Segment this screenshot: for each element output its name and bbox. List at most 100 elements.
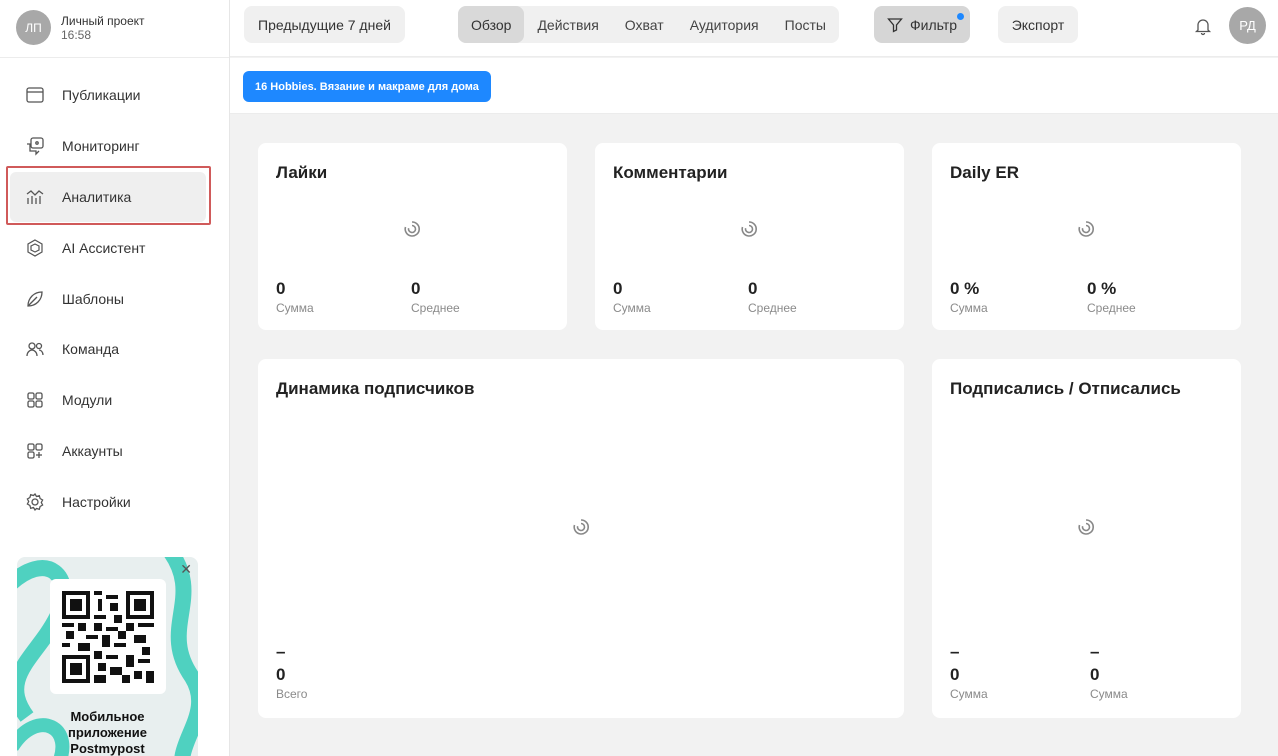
- project-avatar: ЛП: [16, 10, 51, 45]
- chat-monitor-icon: [24, 135, 46, 157]
- period-selector-button[interactable]: Предыдущие 7 дней: [244, 6, 405, 43]
- sidebar-item-label: Аккаунты: [62, 442, 123, 459]
- qr-code-icon: [62, 590, 154, 683]
- card-title: Daily ER: [950, 163, 1019, 182]
- likes-average: 0 Среднее: [411, 279, 460, 315]
- loading-spinner-icon: [1078, 221, 1094, 237]
- followers-dynamics-card: Динамика подписчиков – 0 Всего: [258, 359, 904, 718]
- stat-dash: –: [1090, 642, 1100, 661]
- stat-value: 0 %: [1087, 279, 1117, 298]
- loading-spinner-icon: [573, 519, 589, 535]
- likes-card: Лайки 0 Сумма 0 Среднее: [258, 143, 567, 330]
- unsubscribed-sum: – 0 Сумма: [1090, 642, 1128, 701]
- sidebar-item-label: AI Ассистент: [62, 239, 146, 256]
- user-avatar[interactable]: РД: [1229, 7, 1266, 44]
- ai-icon: [24, 237, 46, 259]
- template-icon: [24, 288, 46, 310]
- promo-title-line: Мобильное: [70, 709, 145, 724]
- stat-value: 0: [276, 279, 286, 298]
- promo-title-line: приложение: [68, 725, 147, 740]
- stat-dash: –: [950, 642, 960, 661]
- daily-er-card: Daily ER 0 % Сумма 0 % Среднее: [932, 143, 1241, 330]
- comments-card: Комментарии 0 Сумма 0 Среднее: [595, 143, 904, 330]
- tab-posts[interactable]: Посты: [772, 6, 839, 43]
- stat-value: 0: [1090, 665, 1100, 684]
- sidebar-item-publications[interactable]: Публикации: [10, 70, 206, 121]
- sidebar-item-label: Настройки: [62, 493, 131, 510]
- comments-average: 0 Среднее: [748, 279, 797, 315]
- sidebar-item-analytics[interactable]: Аналитика: [10, 171, 206, 223]
- stat-label: Всего: [276, 687, 308, 701]
- promo-close-icon[interactable]: ✕: [180, 561, 192, 578]
- loading-spinner-icon: [404, 221, 420, 237]
- sidebar-item-modules[interactable]: Модули: [10, 375, 206, 426]
- account-chip[interactable]: 16 Hobbies. Вязание и макраме для дома: [243, 71, 491, 102]
- sidebar-divider: [0, 57, 229, 58]
- sidebar-item-label: Команда: [62, 341, 120, 358]
- card-title: Комментарии: [613, 163, 728, 182]
- tab-reach[interactable]: Охват: [612, 6, 677, 43]
- bell-icon[interactable]: [1193, 16, 1213, 36]
- sidebar-item-monitoring[interactable]: Мониторинг: [10, 121, 206, 172]
- daily-er-sum: 0 % Сумма: [950, 279, 988, 315]
- daily-er-average: 0 % Среднее: [1087, 279, 1136, 315]
- sidebar: ЛП Личный проект 16:58 Публикации Монито…: [0, 0, 230, 756]
- project-name: Личный проект: [61, 13, 145, 28]
- project-switcher[interactable]: ЛП Личный проект 16:58: [16, 10, 145, 45]
- comments-sum: 0 Сумма: [613, 279, 651, 315]
- loading-spinner-icon: [1078, 519, 1094, 535]
- stat-value: 0 %: [950, 279, 980, 298]
- analytics-tabs: Обзор Действия Охват Аудитория Посты: [458, 6, 839, 43]
- stat-label: Сумма: [1090, 687, 1128, 701]
- tab-audience[interactable]: Аудитория: [677, 6, 772, 43]
- card-title: Подписались / Отписались: [950, 379, 1181, 398]
- sidebar-item-templates[interactable]: Шаблоны: [10, 273, 206, 324]
- analytics-icon: [24, 186, 46, 208]
- likes-sum: 0 Сумма: [276, 279, 314, 315]
- stat-value: 0: [748, 279, 758, 298]
- stat-value: 0: [276, 665, 286, 684]
- filter-icon: [887, 17, 903, 33]
- stat-label: Сумма: [276, 301, 314, 315]
- stat-label: Среднее: [1087, 301, 1136, 315]
- qr-code: [50, 579, 166, 694]
- sidebar-item-team[interactable]: Команда: [10, 324, 206, 375]
- sidebar-item-label: Аналитика: [62, 188, 132, 205]
- team-icon: [24, 338, 46, 360]
- sidebar-item-label: Шаблоны: [62, 290, 124, 307]
- sidebar-item-label: Модули: [62, 392, 113, 409]
- account-bar: 16 Hobbies. Вязание и макраме для дома: [230, 58, 1278, 114]
- filter-active-dot: [957, 13, 964, 20]
- stat-label: Сумма: [950, 687, 988, 701]
- subscribed-unsubscribed-card: Подписались / Отписались – 0 Сумма – 0 С…: [932, 359, 1241, 718]
- modules-icon: [24, 389, 46, 411]
- sidebar-item-label: Публикации: [62, 87, 141, 104]
- calendar-icon: [24, 84, 46, 106]
- export-button[interactable]: Экспорт: [998, 6, 1078, 43]
- stat-value: 0: [950, 665, 960, 684]
- topbar: Предыдущие 7 дней Обзор Действия Охват А…: [230, 0, 1278, 57]
- tab-actions[interactable]: Действия: [524, 6, 611, 43]
- subscribed-sum: – 0 Сумма: [950, 642, 988, 701]
- stat-label: Сумма: [613, 301, 651, 315]
- promo-title-line: Postmypost: [70, 741, 145, 756]
- main-nav: Публикации Мониторинг Аналитика AI Ассис…: [10, 70, 206, 527]
- loading-spinner-icon: [741, 221, 757, 237]
- filter-label: Фильтр: [909, 16, 958, 33]
- sidebar-item-accounts[interactable]: Аккаунты: [10, 426, 206, 477]
- card-title: Динамика подписчиков: [276, 379, 475, 398]
- stat-label: Среднее: [748, 301, 797, 315]
- accounts-icon: [24, 440, 46, 462]
- followers-total: – 0 Всего: [276, 643, 308, 701]
- stat-value: 0: [613, 279, 623, 298]
- settings-icon: [24, 491, 46, 513]
- mobile-app-promo: ✕ Мобильное приложение Postmypost: [17, 557, 198, 756]
- tab-overview[interactable]: Обзор: [458, 6, 525, 43]
- stat-value: 0: [411, 279, 421, 298]
- project-time: 16:58: [61, 27, 92, 42]
- stat-label: Среднее: [411, 301, 460, 315]
- sidebar-item-settings[interactable]: Настройки: [10, 476, 206, 527]
- sidebar-item-ai-assistant[interactable]: AI Ассистент: [10, 222, 206, 273]
- filter-button[interactable]: Фильтр: [874, 6, 970, 43]
- card-title: Лайки: [276, 163, 328, 182]
